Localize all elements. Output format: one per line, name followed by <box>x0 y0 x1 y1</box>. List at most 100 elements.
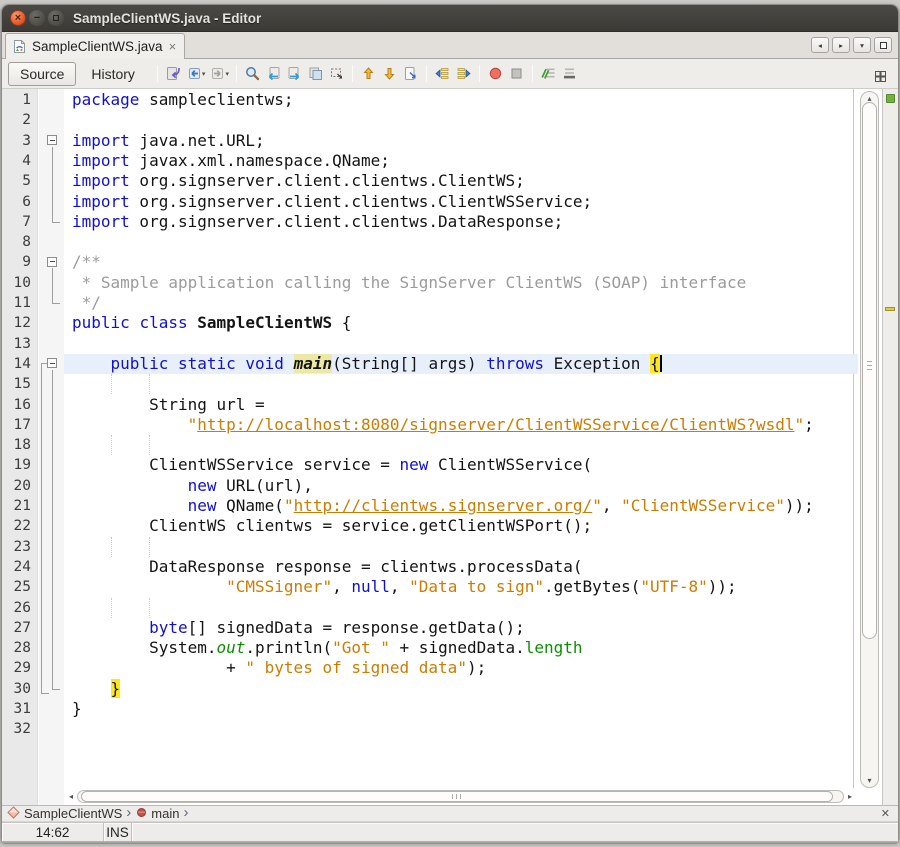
indent-guide <box>111 435 112 455</box>
line-number: 5 <box>22 171 31 191</box>
fold-line <box>52 370 53 689</box>
find-selection-icon[interactable] <box>242 63 263 84</box>
previous-bookmark-icon[interactable] <box>358 63 379 84</box>
code-line[interactable]: public static void main(String[] args) t… <box>64 354 858 374</box>
jump-back-dropdown-icon[interactable]: ▾ <box>202 70 206 78</box>
toggle-rectangular-selection-icon[interactable] <box>326 63 347 84</box>
breadcrumb-close-icon[interactable]: ✕ <box>881 807 890 820</box>
scroll-tabs-left-button[interactable]: ◂ <box>811 37 829 53</box>
code-line[interactable] <box>64 110 858 130</box>
window-minimize-button[interactable]: − <box>29 10 45 26</box>
code-line[interactable]: DataResponse response = clientws.process… <box>64 557 858 577</box>
code-line[interactable] <box>64 719 858 739</box>
code-area[interactable]: package sampleclientws; import java.net.U… <box>64 90 858 770</box>
code-line[interactable]: } <box>64 679 858 699</box>
code-line[interactable] <box>64 537 858 557</box>
documents-list-button[interactable]: ▾ <box>853 37 871 53</box>
find-next-occurrence-icon[interactable] <box>284 63 305 84</box>
uncomment-icon[interactable] <box>559 63 580 84</box>
code-line[interactable]: import javax.xml.namespace.QName; <box>64 151 858 171</box>
vertical-scrollbar[interactable]: ▴ ▾ <box>858 91 882 788</box>
window-close-button[interactable]: × <box>10 10 26 26</box>
horizontal-scrollbar-thumb[interactable] <box>81 791 833 802</box>
code-line[interactable]: } <box>64 699 858 719</box>
shift-line-right-icon[interactable] <box>453 63 474 84</box>
next-bookmark-icon[interactable] <box>379 63 400 84</box>
jump-forward-dropdown-icon[interactable]: ▾ <box>225 70 229 78</box>
code-line[interactable]: */ <box>64 293 858 313</box>
toggle-highlight-search-icon[interactable] <box>305 63 326 84</box>
code-line[interactable]: import java.net.URL; <box>64 131 858 151</box>
toolbar-overflow-icon[interactable] <box>870 66 891 87</box>
code-line[interactable] <box>64 374 858 394</box>
code-line[interactable]: "http://localhost:8080/signserver/Client… <box>64 415 858 435</box>
tab-close-icon[interactable]: × <box>169 39 177 54</box>
code-line[interactable]: package sampleclientws; <box>64 90 858 110</box>
line-number: 14 <box>14 354 31 374</box>
tab-label: SampleClientWS.java <box>32 39 163 54</box>
code-line[interactable]: import org.signserver.client.clientws.Da… <box>64 212 858 232</box>
code-line[interactable] <box>64 334 858 354</box>
line-number: 29 <box>14 658 31 678</box>
line-number: 25 <box>14 577 31 597</box>
code-line[interactable]: byte[] signedData = response.getData(); <box>64 618 858 638</box>
last-edit-location-icon[interactable] <box>163 63 184 84</box>
maximize-editor-button[interactable] <box>874 37 892 53</box>
code-line[interactable]: ClientWS clientws = service.getClientWSP… <box>64 516 858 536</box>
code-line[interactable]: System.out.println("Got " + signedData.l… <box>64 638 858 658</box>
start-macro-recording-icon[interactable] <box>485 63 506 84</box>
code-line[interactable]: new URL(url), <box>64 476 858 496</box>
scroll-tabs-right-button[interactable]: ▸ <box>832 37 850 53</box>
class-icon <box>7 806 20 822</box>
line-number: 3 <box>22 131 31 151</box>
indent-guide <box>111 374 112 394</box>
code-line[interactable] <box>64 232 858 252</box>
scroll-down-icon[interactable]: ▾ <box>861 776 878 785</box>
line-number: 18 <box>14 435 31 455</box>
chevron-right-icon: › <box>183 804 188 821</box>
code-line[interactable]: import org.signserver.client.clientws.Cl… <box>64 192 858 212</box>
chevron-right-icon: › <box>126 804 131 821</box>
history-view-button[interactable]: History <box>80 63 146 85</box>
fold-collapse-icon[interactable] <box>47 358 57 368</box>
scroll-right-icon[interactable]: ▸ <box>844 792 856 801</box>
code-line[interactable]: + " bytes of signed data"); <box>64 658 858 678</box>
code-line[interactable]: ClientWSService service = new ClientWSSe… <box>64 455 858 475</box>
toolbar-separator <box>236 65 237 82</box>
vertical-scrollbar-track[interactable]: ▴ ▾ <box>860 91 879 788</box>
code-line[interactable]: public class SampleClientWS { <box>64 313 858 333</box>
code-line[interactable]: "CMSSigner", null, "Data to sign".getByt… <box>64 577 858 597</box>
tab-sampleclientws[interactable]: SampleClientWS.java × <box>5 33 185 59</box>
code-line[interactable] <box>64 435 858 455</box>
code-line[interactable]: /** <box>64 252 858 272</box>
fold-collapse-icon[interactable] <box>47 257 57 267</box>
line-number: 1 <box>22 90 31 110</box>
code-line[interactable]: import org.signserver.client.clientws.Cl… <box>64 171 858 191</box>
breadcrumb-method[interactable]: main <box>136 806 179 821</box>
source-view-button[interactable]: Source <box>8 62 76 86</box>
comment-icon[interactable] <box>538 63 559 84</box>
horizontal-scrollbar[interactable]: ◂ ▸ <box>65 789 856 803</box>
error-stripe[interactable] <box>882 89 898 805</box>
window-maximize-button[interactable] <box>48 10 64 26</box>
code-line[interactable] <box>64 598 858 618</box>
find-previous-occurrence-icon[interactable] <box>263 63 284 84</box>
insert-mode-indicator[interactable]: INS <box>104 823 132 841</box>
fold-collapse-icon[interactable] <box>47 135 57 145</box>
fold-line <box>41 363 42 693</box>
line-number-gutter: 1234567891011121314151617181920212223242… <box>2 90 38 750</box>
scroll-left-icon[interactable]: ◂ <box>65 792 77 801</box>
fold-line <box>41 693 49 694</box>
horizontal-scrollbar-track[interactable] <box>77 790 844 803</box>
breadcrumb-class[interactable]: SampleClientWS <box>7 806 122 822</box>
code-line[interactable]: * Sample application calling the SignSer… <box>64 273 858 293</box>
stop-macro-recording-icon[interactable] <box>506 63 527 84</box>
occurrence-mark[interactable] <box>885 307 895 311</box>
code-line[interactable]: String url = <box>64 395 858 415</box>
code-line[interactable]: new QName("http://clientws.signserver.or… <box>64 496 858 516</box>
toggle-bookmark-icon[interactable] <box>400 63 421 84</box>
titlebar[interactable]: × − SampleClientWS.java - Editor <box>2 5 898 32</box>
shift-line-left-icon[interactable] <box>432 63 453 84</box>
code-folding-margin[interactable] <box>39 90 64 770</box>
vertical-scrollbar-thumb[interactable] <box>862 102 877 639</box>
